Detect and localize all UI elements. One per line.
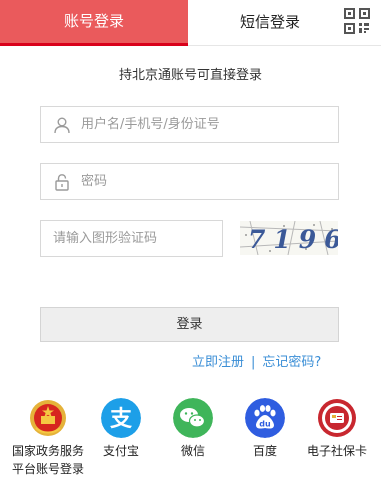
captcha-field [40, 220, 223, 257]
third-party-social-security-login[interactable]: 电子社保卡 [297, 398, 377, 460]
qr-code-icon[interactable] [342, 6, 372, 36]
password-field [40, 163, 339, 200]
social-security-card-icon[interactable] [317, 398, 357, 438]
login-button[interactable]: 登录 [40, 307, 339, 342]
captcha-input[interactable] [53, 221, 218, 256]
national-emblem-icon[interactable] [28, 398, 68, 438]
username-input[interactable] [81, 107, 331, 142]
alipay-label: 支付宝 [102, 444, 139, 458]
wechat-label: 微信 [180, 444, 205, 458]
forgot-password-link[interactable]: 忘记密码? [262, 355, 321, 370]
username-field [40, 106, 339, 143]
tab-account-login[interactable]: 账号登录 [0, 0, 188, 46]
baidu-label: 百度 [252, 444, 277, 458]
third-party-alipay-login[interactable]: 支 支付宝 [81, 398, 161, 460]
password-input[interactable] [81, 164, 331, 199]
baidu-icon[interactable]: du [245, 398, 285, 438]
login-tabs: 账号登录 短信登录 [0, 0, 381, 46]
wechat-icon[interactable] [173, 398, 213, 438]
social-security-label: 电子社保卡 [306, 444, 367, 458]
register-link[interactable]: 立即注册 [192, 355, 244, 370]
svg-text:支: 支 [110, 407, 133, 432]
third-party-wechat-login[interactable]: 微信 [153, 398, 233, 460]
account-links: 立即注册 | 忘记密码? [192, 351, 321, 370]
user-icon [54, 117, 70, 134]
login-hint: 持北京通账号可直接登录 [118, 68, 262, 83]
third-party-baidu-login[interactable]: du 百度 [225, 398, 305, 460]
third-party-gov-login[interactable]: 国家政务服务 平台账号登录 [8, 398, 88, 478]
gov-login-label-line2: 平台账号登录 [11, 462, 84, 476]
gov-login-label-line1: 国家政务服务 [11, 444, 84, 458]
tab-sms-login[interactable]: 短信登录 [240, 0, 300, 44]
svg-text:du: du [259, 420, 271, 429]
captcha-characters: 7196 [248, 225, 338, 254]
link-separator: | [251, 355, 256, 370]
alipay-icon[interactable]: 支 [101, 398, 141, 438]
captcha-image[interactable]: 7196 [240, 221, 338, 255]
lock-icon [55, 174, 69, 191]
